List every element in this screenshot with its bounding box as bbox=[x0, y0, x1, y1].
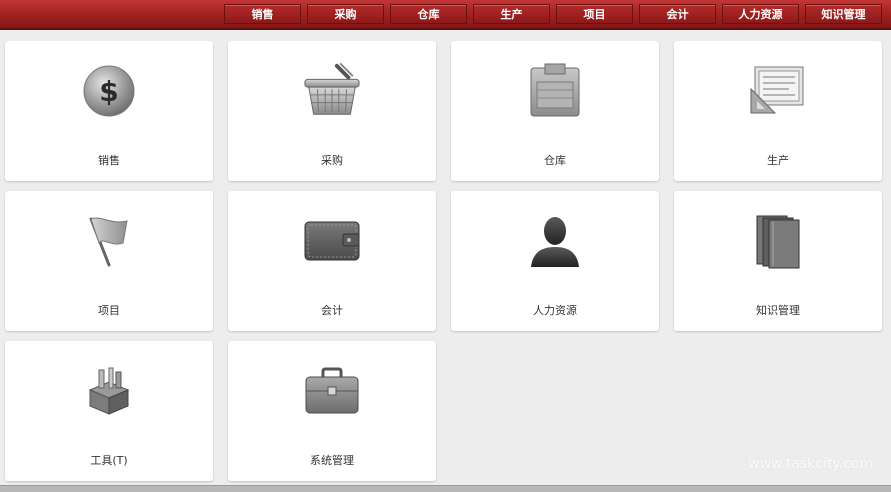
tile-label: 仓库 bbox=[544, 154, 566, 167]
tile-project[interactable]: 项目 bbox=[5, 191, 213, 331]
tile-warehouse[interactable]: 仓库 bbox=[451, 41, 659, 181]
tile-production[interactable]: 生产 bbox=[674, 41, 882, 181]
books-icon bbox=[748, 211, 808, 271]
wallet-icon bbox=[302, 211, 362, 271]
nav-item-knowledge[interactable]: 知识管理 bbox=[805, 4, 882, 24]
tile-label: 销售 bbox=[98, 154, 120, 167]
nav-item-purchase[interactable]: 采购 bbox=[307, 4, 384, 24]
top-navigation-bar: 销售 采购 仓库 生产 项目 会计 人力资源 知识管理 bbox=[0, 0, 891, 30]
manufacturing-drawing-icon bbox=[748, 61, 808, 121]
nav-item-warehouse[interactable]: 仓库 bbox=[390, 4, 467, 24]
nav-item-sales[interactable]: 销售 bbox=[224, 4, 301, 24]
tile-label: 采购 bbox=[321, 154, 343, 167]
person-silhouette-icon bbox=[525, 211, 585, 271]
tile-system[interactable]: 系统管理 bbox=[228, 341, 436, 481]
tile-purchase[interactable]: 采购 bbox=[228, 41, 436, 181]
tile-tools[interactable]: 工具(T) bbox=[5, 341, 213, 481]
tile-label: 人力资源 bbox=[533, 304, 577, 317]
tile-label: 系统管理 bbox=[310, 454, 354, 467]
tile-accounting[interactable]: 会计 bbox=[228, 191, 436, 331]
svg-text:$: $ bbox=[99, 75, 118, 108]
tile-label: 工具(T) bbox=[90, 454, 128, 467]
bottom-strip bbox=[0, 485, 891, 492]
storage-box-icon bbox=[525, 61, 585, 121]
briefcase-icon bbox=[302, 361, 362, 421]
shopping-basket-icon bbox=[302, 61, 362, 121]
top-nav-menu: 销售 采购 仓库 生产 项目 会计 人力资源 知识管理 bbox=[224, 4, 882, 24]
toolbox-icon bbox=[79, 361, 139, 421]
tile-sales[interactable]: $ 销售 bbox=[5, 41, 213, 181]
tile-knowledge[interactable]: 知识管理 bbox=[674, 191, 882, 331]
flag-icon bbox=[79, 211, 139, 271]
tile-hr[interactable]: 人力资源 bbox=[451, 191, 659, 331]
tile-label: 项目 bbox=[98, 304, 120, 317]
nav-item-project[interactable]: 项目 bbox=[556, 4, 633, 24]
module-grid: $ 销售 采购 仓库 生产 项目 会计 人力资源 知识管理 工具(T) 系统管理 bbox=[5, 41, 882, 481]
nav-item-accounting[interactable]: 会计 bbox=[639, 4, 716, 24]
tile-label: 生产 bbox=[767, 154, 789, 167]
tile-label: 知识管理 bbox=[756, 304, 800, 317]
watermark: www.taskcity.com bbox=[748, 456, 873, 472]
nav-item-hr[interactable]: 人力资源 bbox=[722, 4, 799, 24]
nav-item-production[interactable]: 生产 bbox=[473, 4, 550, 24]
dollar-coin-icon: $ bbox=[79, 61, 139, 121]
tile-label: 会计 bbox=[321, 304, 343, 317]
